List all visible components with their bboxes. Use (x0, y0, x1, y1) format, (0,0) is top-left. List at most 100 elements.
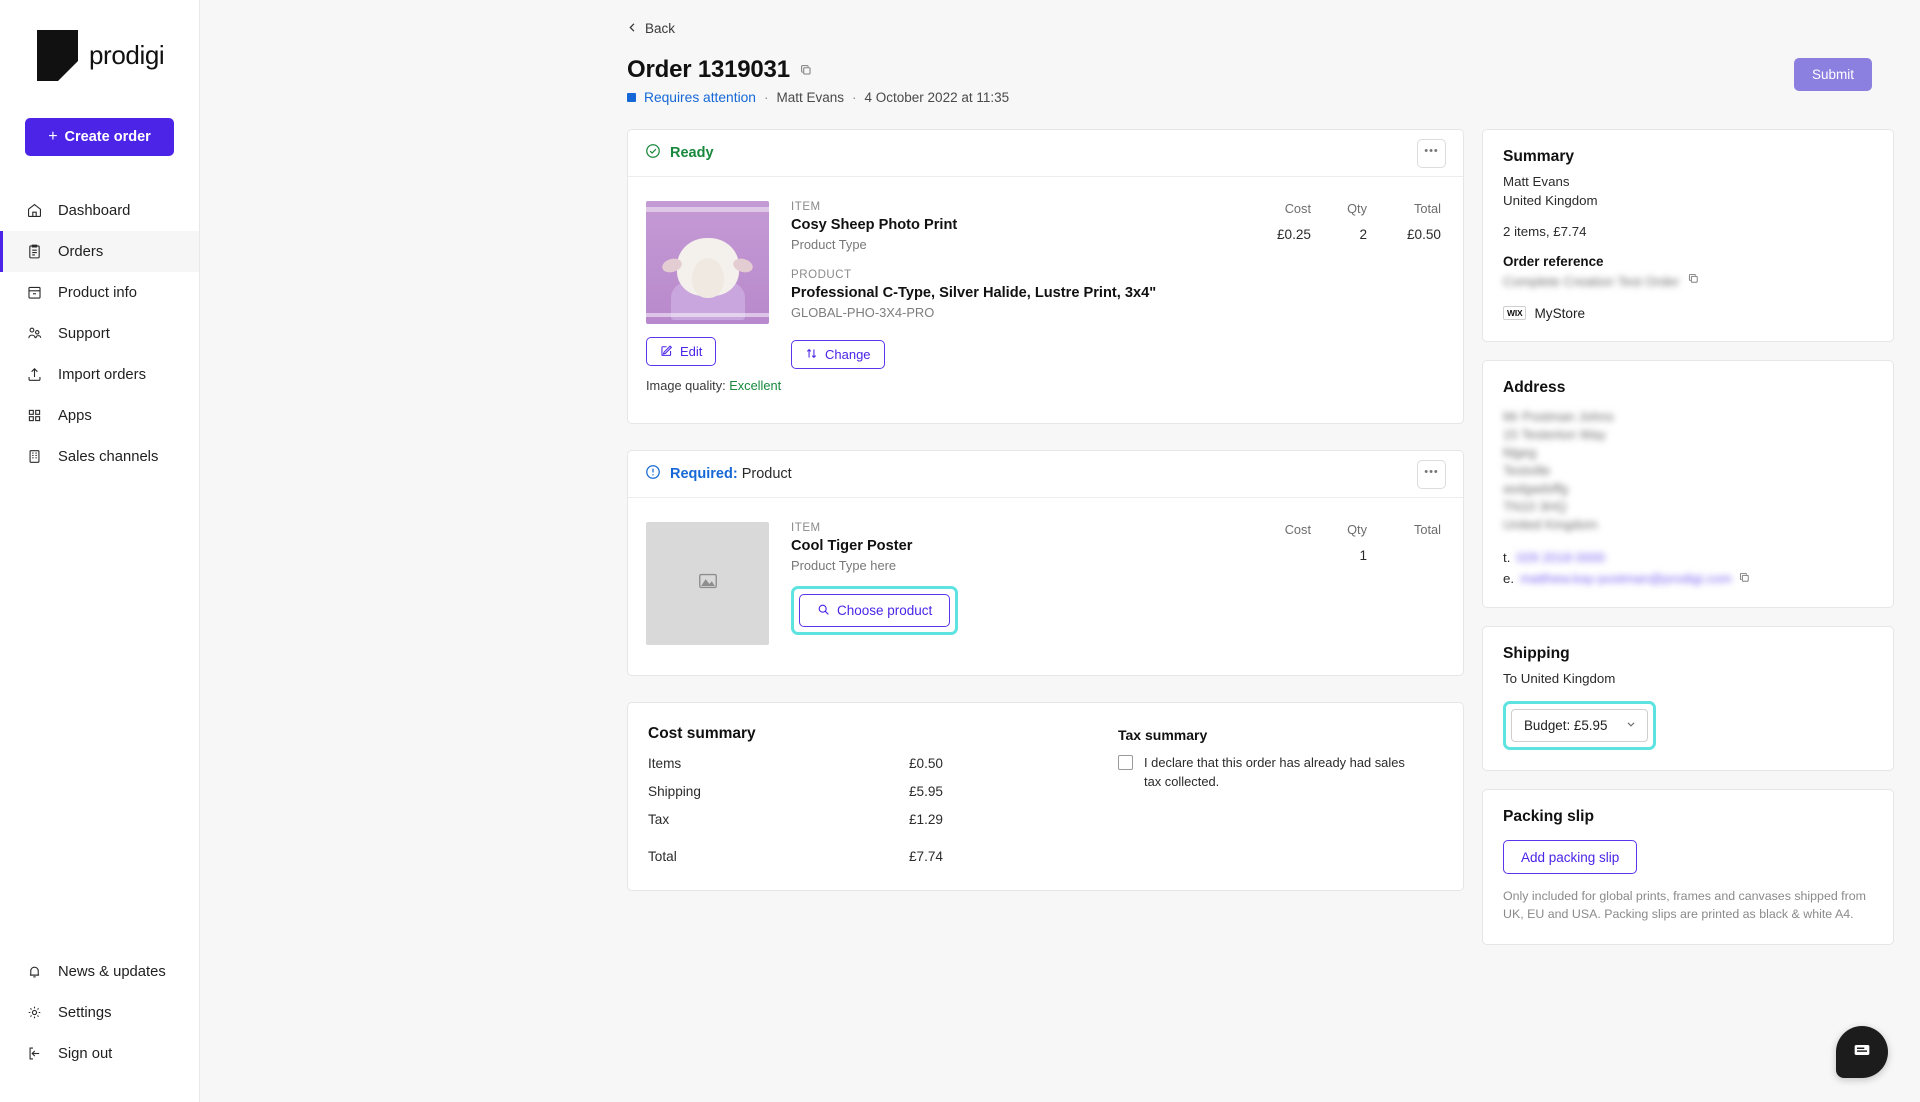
phone-row: t. 029 2018 0000 (1503, 550, 1873, 565)
create-order-button[interactable]: + Create order (25, 118, 174, 156)
image-placeholder-icon (697, 570, 719, 597)
sidebar-item-label: News & updates (58, 963, 166, 980)
item-kicker: ITEM (791, 522, 821, 534)
change-product-action: Change (791, 340, 1233, 369)
sidebar-item-label: Dashboard (58, 202, 131, 219)
tax-declaration-checkbox[interactable] (1118, 755, 1133, 770)
summary-items-total: 2 items, £7.74 (1503, 224, 1587, 240)
image-quality-row: Image quality: Excellent (646, 378, 781, 393)
check-circle-icon (645, 143, 661, 163)
cost-row-value: £0.50 (908, 756, 943, 771)
col-header-cost: Cost (1284, 522, 1311, 537)
item-total (1367, 548, 1441, 563)
chevron-down-icon (1625, 718, 1637, 733)
thumb-highlight-bottom (646, 313, 769, 317)
item-card-body: Edit Image quality: Excellent ITEM Cosy … (628, 177, 1463, 423)
upload-icon (24, 365, 44, 385)
sidebar-item-orders[interactable]: Orders (0, 231, 199, 272)
add-packing-slip-button[interactable]: Add packing slip (1503, 840, 1638, 875)
price-value-row: 1 (1233, 548, 1441, 563)
bell-icon (24, 962, 44, 982)
sidebar-item-label: Apps (58, 407, 92, 424)
address-lines: Mr Postman Johns 15 Testerton Way fdgeg … (1503, 409, 1873, 532)
sidebar-item-import-orders[interactable]: Import orders (0, 354, 199, 395)
submit-button[interactable]: Submit (1794, 58, 1872, 91)
sidebar-item-settings[interactable]: Settings (0, 992, 199, 1033)
brand-logo[interactable]: prodigi (0, 0, 199, 81)
edit-pencil-icon (660, 344, 673, 360)
packing-slip-title: Packing slip (1503, 808, 1594, 826)
item-edit-action: Edit (646, 337, 717, 366)
item-options-menu-button[interactable]: ••• (1417, 138, 1446, 168)
email-value[interactable]: matthew.kay-postman@prodigi.com (1520, 571, 1732, 586)
item-type: Product Type (791, 237, 867, 252)
cost-row-total: Total £7.74 (648, 849, 943, 864)
tax-declaration-label: I declare that this order has already ha… (1144, 755, 1405, 789)
chevron-left-icon (627, 21, 638, 36)
edit-button[interactable]: Edit (646, 337, 717, 366)
users-icon (24, 324, 44, 344)
sidebar: prodigi + Create order Dashboard Orders (0, 0, 200, 1102)
address-panel: Address Mr Postman Johns 15 Testerton Wa… (1482, 359, 1894, 608)
clipboard-icon (24, 242, 44, 262)
left-column: Ready ••• Edit Image quality: Excellent … (627, 129, 1464, 891)
cost-row-label: Items (648, 756, 682, 771)
copy-email-icon[interactable] (1738, 571, 1751, 587)
price-value-row: £0.25 2 £0.50 (1233, 227, 1441, 242)
back-button[interactable]: Back (627, 21, 675, 36)
address-line: asdgadsffg (1503, 480, 1568, 496)
change-label: Change (825, 347, 871, 362)
order-reference-label: Order reference (1503, 254, 1604, 270)
thumb-highlight-top (646, 207, 769, 212)
cost-row-label: Shipping (648, 784, 701, 799)
building-icon (24, 447, 44, 467)
item-status-ready: Ready (645, 143, 714, 163)
sidebar-item-news-updates[interactable]: News & updates (0, 951, 199, 992)
shipping-panel: Shipping To United Kingdom Budget: £5.95 (1482, 625, 1894, 772)
packing-slip-panel: Packing slip Add packing slip Only inclu… (1482, 789, 1894, 946)
chat-widget-button[interactable] (1836, 1026, 1888, 1078)
copy-order-id-icon[interactable] (799, 63, 813, 77)
choose-product-button[interactable]: Choose product (799, 594, 951, 627)
sidebar-item-label: Sign out (58, 1045, 113, 1062)
shipping-method-select[interactable]: Budget: £5.95 (1511, 709, 1648, 743)
phone-prefix: t. (1503, 549, 1511, 565)
cost-row-items: Items £0.50 (648, 756, 943, 771)
image-quality-label: Image quality: (646, 378, 726, 393)
order-reference-value: Complete Creation Test Order (1503, 274, 1680, 290)
item-thumbnail-image[interactable] (646, 201, 769, 324)
address-contact: t. 029 2018 0000 e. matthew.kay-postman@… (1503, 550, 1873, 587)
item-thumbnail-placeholder (646, 522, 769, 645)
tax-summary-title: Tax summary (1118, 727, 1208, 743)
item-type: Product Type here (791, 558, 897, 573)
right-column: Summary Matt Evans United Kingdom 2 item… (1482, 129, 1894, 946)
sidebar-item-dashboard[interactable]: Dashboard (0, 190, 199, 231)
swap-arrows-icon (805, 347, 818, 363)
sign-out-icon (24, 1044, 44, 1064)
order-meta: Requires attention · Matt Evans · 4 Octo… (627, 90, 1920, 105)
summary-customer: Matt Evans (1503, 174, 1570, 189)
cost-row-shipping: Shipping £5.95 (648, 784, 943, 799)
chat-icon (1851, 1039, 1873, 1066)
item-qty: 2 (1359, 227, 1367, 242)
secondary-nav: News & updates Settings Sign out (0, 951, 199, 1074)
order-header: Order 1319031 Requires attention · Matt … (200, 38, 1920, 105)
sidebar-item-apps[interactable]: Apps (0, 395, 199, 436)
sidebar-item-sign-out[interactable]: Sign out (0, 1033, 199, 1074)
email-row: e. matthew.kay-postman@prodigi.com (1503, 571, 1873, 587)
change-button[interactable]: Change (791, 340, 885, 369)
sidebar-item-support[interactable]: Support (0, 313, 199, 354)
cost-total-label: Total (648, 849, 677, 864)
phone-value[interactable]: 029 2018 0000 (1516, 550, 1605, 565)
cost-summary-left: Cost summary Items £0.50 Shipping £5.95 … (648, 725, 1118, 864)
item-status-required: Required: Product (645, 464, 792, 484)
shipping-title: Shipping (1503, 644, 1570, 662)
item-cost (1233, 548, 1311, 563)
item-options-menu-button[interactable]: ••• (1417, 459, 1446, 489)
sidebar-item-sales-channels[interactable]: Sales channels (0, 436, 199, 477)
item-qty: 1 (1359, 548, 1367, 563)
cost-row-value: £5.95 (908, 784, 943, 799)
item-total: £0.50 (1406, 227, 1441, 242)
copy-reference-icon[interactable] (1687, 272, 1700, 290)
sidebar-item-product-info[interactable]: Product info (0, 272, 199, 313)
